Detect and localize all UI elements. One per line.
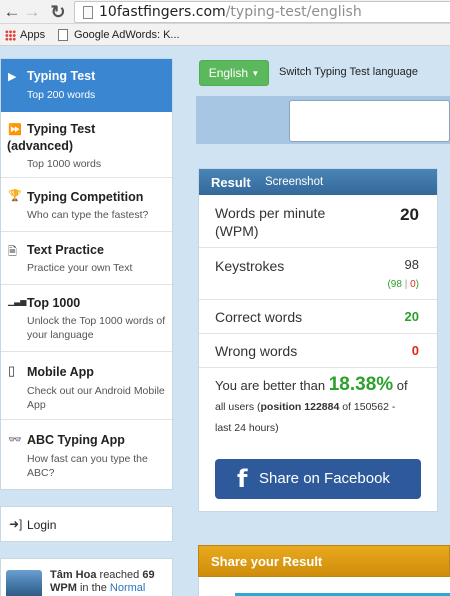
result-title: Result: [211, 175, 251, 190]
bookmark-adwords[interactable]: Google AdWords: K...: [74, 24, 180, 46]
activity-text: Tâm Hoa reached 69 WPM in the Normal: [50, 569, 170, 595]
keystrokes-label: Keystrokes: [215, 258, 285, 274]
keystrokes-row: Keystrokes 98 (98 | 0): [199, 248, 437, 300]
share-result-title: Share your Result: [211, 554, 323, 569]
share-facebook-label: Share on Facebook: [259, 470, 390, 487]
language-dropdown[interactable]: English ▼: [199, 60, 269, 86]
avatar: [6, 570, 42, 596]
activity-wpm: 69: [142, 569, 155, 581]
sidebar-item-title: Typing Test: [27, 69, 96, 83]
keystrokes-wrong: 0: [410, 279, 416, 290]
typing-input[interactable]: [289, 100, 450, 142]
login-button[interactable]: ➜] Login: [0, 506, 173, 542]
sidebar-item-title: Typing Competition: [27, 190, 144, 204]
wpm-label: Words per minute (WPM): [215, 205, 326, 239]
wpm-value: 20: [400, 205, 419, 224]
bookmark-apps[interactable]: Apps: [20, 24, 45, 46]
url-path: /typing-test/english: [225, 4, 362, 20]
ranking-text: You are better than 18.38% of all users …: [215, 375, 427, 438]
activity-link[interactable]: Normal: [110, 582, 145, 594]
language-label: English: [208, 66, 249, 80]
share-facebook-button[interactable]: f Share on Facebook: [215, 459, 421, 499]
apps-grid-icon[interactable]: [5, 30, 16, 41]
sidebar-item-top-1000[interactable]: ▁▃▅ Top 1000 Unlock the Top 1000 words o…: [1, 285, 172, 352]
better-all-users: all users (: [215, 401, 261, 413]
better-prefix: You are better than: [215, 378, 329, 393]
position-period: last 24 hours): [215, 422, 279, 434]
bookmark-page-icon: [58, 29, 68, 41]
sidebar-item-typing-test[interactable]: ▶ Typing Test Top 200 words: [1, 59, 172, 112]
glasses-icon: 👓: [8, 434, 22, 446]
keystrokes-separator: |: [404, 279, 408, 290]
recent-activity: Tâm Hoa reached 69 WPM in the Normal: [0, 558, 173, 596]
result-panel: Result Screenshot Words per minute (WPM)…: [198, 168, 438, 512]
sidebar-item-title: Top 1000: [27, 296, 81, 310]
bookmarks-bar: Apps Google AdWords: K...: [0, 24, 450, 46]
keystrokes-detail: (98 | 0): [387, 279, 419, 290]
url-domain: 10fastfingers.com: [99, 4, 226, 20]
sidebar-menu: ▶ Typing Test Top 200 words ⏩ Typing Tes…: [0, 58, 173, 490]
trophy-icon: 🏆: [8, 190, 22, 202]
back-arrow-icon[interactable]: ←: [2, 2, 22, 22]
position-of: of 150562 -: [339, 401, 396, 413]
facebook-icon: f: [237, 465, 248, 493]
better-percentage: 18.38%: [328, 374, 394, 395]
wrong-words-value: 0: [411, 343, 419, 358]
sidebar-item-subtitle: Top 200 words: [27, 89, 96, 101]
login-label: Login: [27, 518, 57, 532]
result-header: Result Screenshot: [199, 169, 437, 195]
activity-wpm-unit: WPM: [50, 582, 77, 594]
page-icon: [83, 6, 93, 19]
signal-bars-icon: ▁▃▅: [8, 297, 27, 306]
share-result-body: [198, 577, 450, 596]
wrong-words-label: Wrong words: [215, 343, 298, 359]
sidebar-item-subtitle: Check out our Android Mobile App: [27, 385, 165, 411]
reload-icon[interactable]: ↻: [48, 2, 68, 22]
sidebar-item-subtitle: How fast can you type the ABC?: [27, 453, 148, 479]
sidebar-item-text-practice[interactable]: 🗎 Text Practice Practice your own Text: [1, 232, 172, 285]
sidebar-item-subtitle: Unlock the Top 1000 words of your langua…: [27, 315, 166, 341]
address-bar[interactable]: 10fastfingers.com/typing-test/english: [74, 1, 450, 23]
switch-language-label: Switch Typing Test language: [279, 66, 419, 78]
activity-user[interactable]: Tâm Hoa: [50, 569, 96, 581]
sidebar-item-title: Mobile App: [27, 365, 94, 379]
activity-text-mid: reached: [96, 569, 143, 581]
browser-toolbar: ← → ↻ 10fastfingers.com/typing-test/engl…: [0, 0, 450, 24]
correct-words-value: 20: [404, 309, 419, 324]
caret-down-icon: ▼: [251, 69, 260, 78]
sidebar-item-subtitle: Top 1000 words: [27, 158, 102, 170]
forward-arrow-icon[interactable]: →: [22, 2, 42, 22]
sidebar-item-mobile-app[interactable]: ▯ Mobile App Check out our Android Mobil…: [1, 352, 172, 420]
sidebar-item-title: Typing Test (advanced): [7, 122, 96, 153]
sidebar-item-abc-typing-app[interactable]: 👓 ABC Typing App How fast can you type t…: [1, 420, 172, 489]
better-suffix: of: [393, 378, 408, 393]
correct-words-row: Correct words 20: [199, 300, 437, 334]
correct-words-label: Correct words: [215, 309, 303, 325]
sidebar-item-typing-competition[interactable]: 🏆 Typing Competition Who can type the fa…: [1, 178, 172, 232]
sidebar-item-subtitle: Who can type the fastest?: [27, 209, 149, 221]
screenshot-link[interactable]: Screenshot: [265, 176, 323, 188]
activity-text-tail: in the: [76, 582, 110, 594]
wpm-row: Words per minute (WPM) 20: [199, 195, 437, 248]
mobile-icon: ▯: [8, 363, 16, 378]
sidebar-item-title: ABC Typing App: [27, 433, 125, 447]
login-icon: ➜]: [9, 517, 23, 531]
keystrokes-correct: 98: [390, 279, 402, 290]
play-icon: ▶: [8, 71, 17, 83]
keystrokes-value: 98: [404, 257, 419, 272]
sidebar-item-typing-test-advanced[interactable]: ⏩ Typing Test (advanced) Top 1000 words: [1, 112, 172, 178]
share-result-header: Share your Result: [198, 545, 450, 577]
sidebar-item-subtitle: Practice your own Text: [27, 262, 133, 274]
wrong-words-row: Wrong words 0: [199, 334, 437, 368]
document-icon: 🗎: [8, 246, 17, 258]
position-label: position 122884: [260, 401, 340, 413]
sidebar-item-title: Text Practice: [27, 243, 104, 257]
